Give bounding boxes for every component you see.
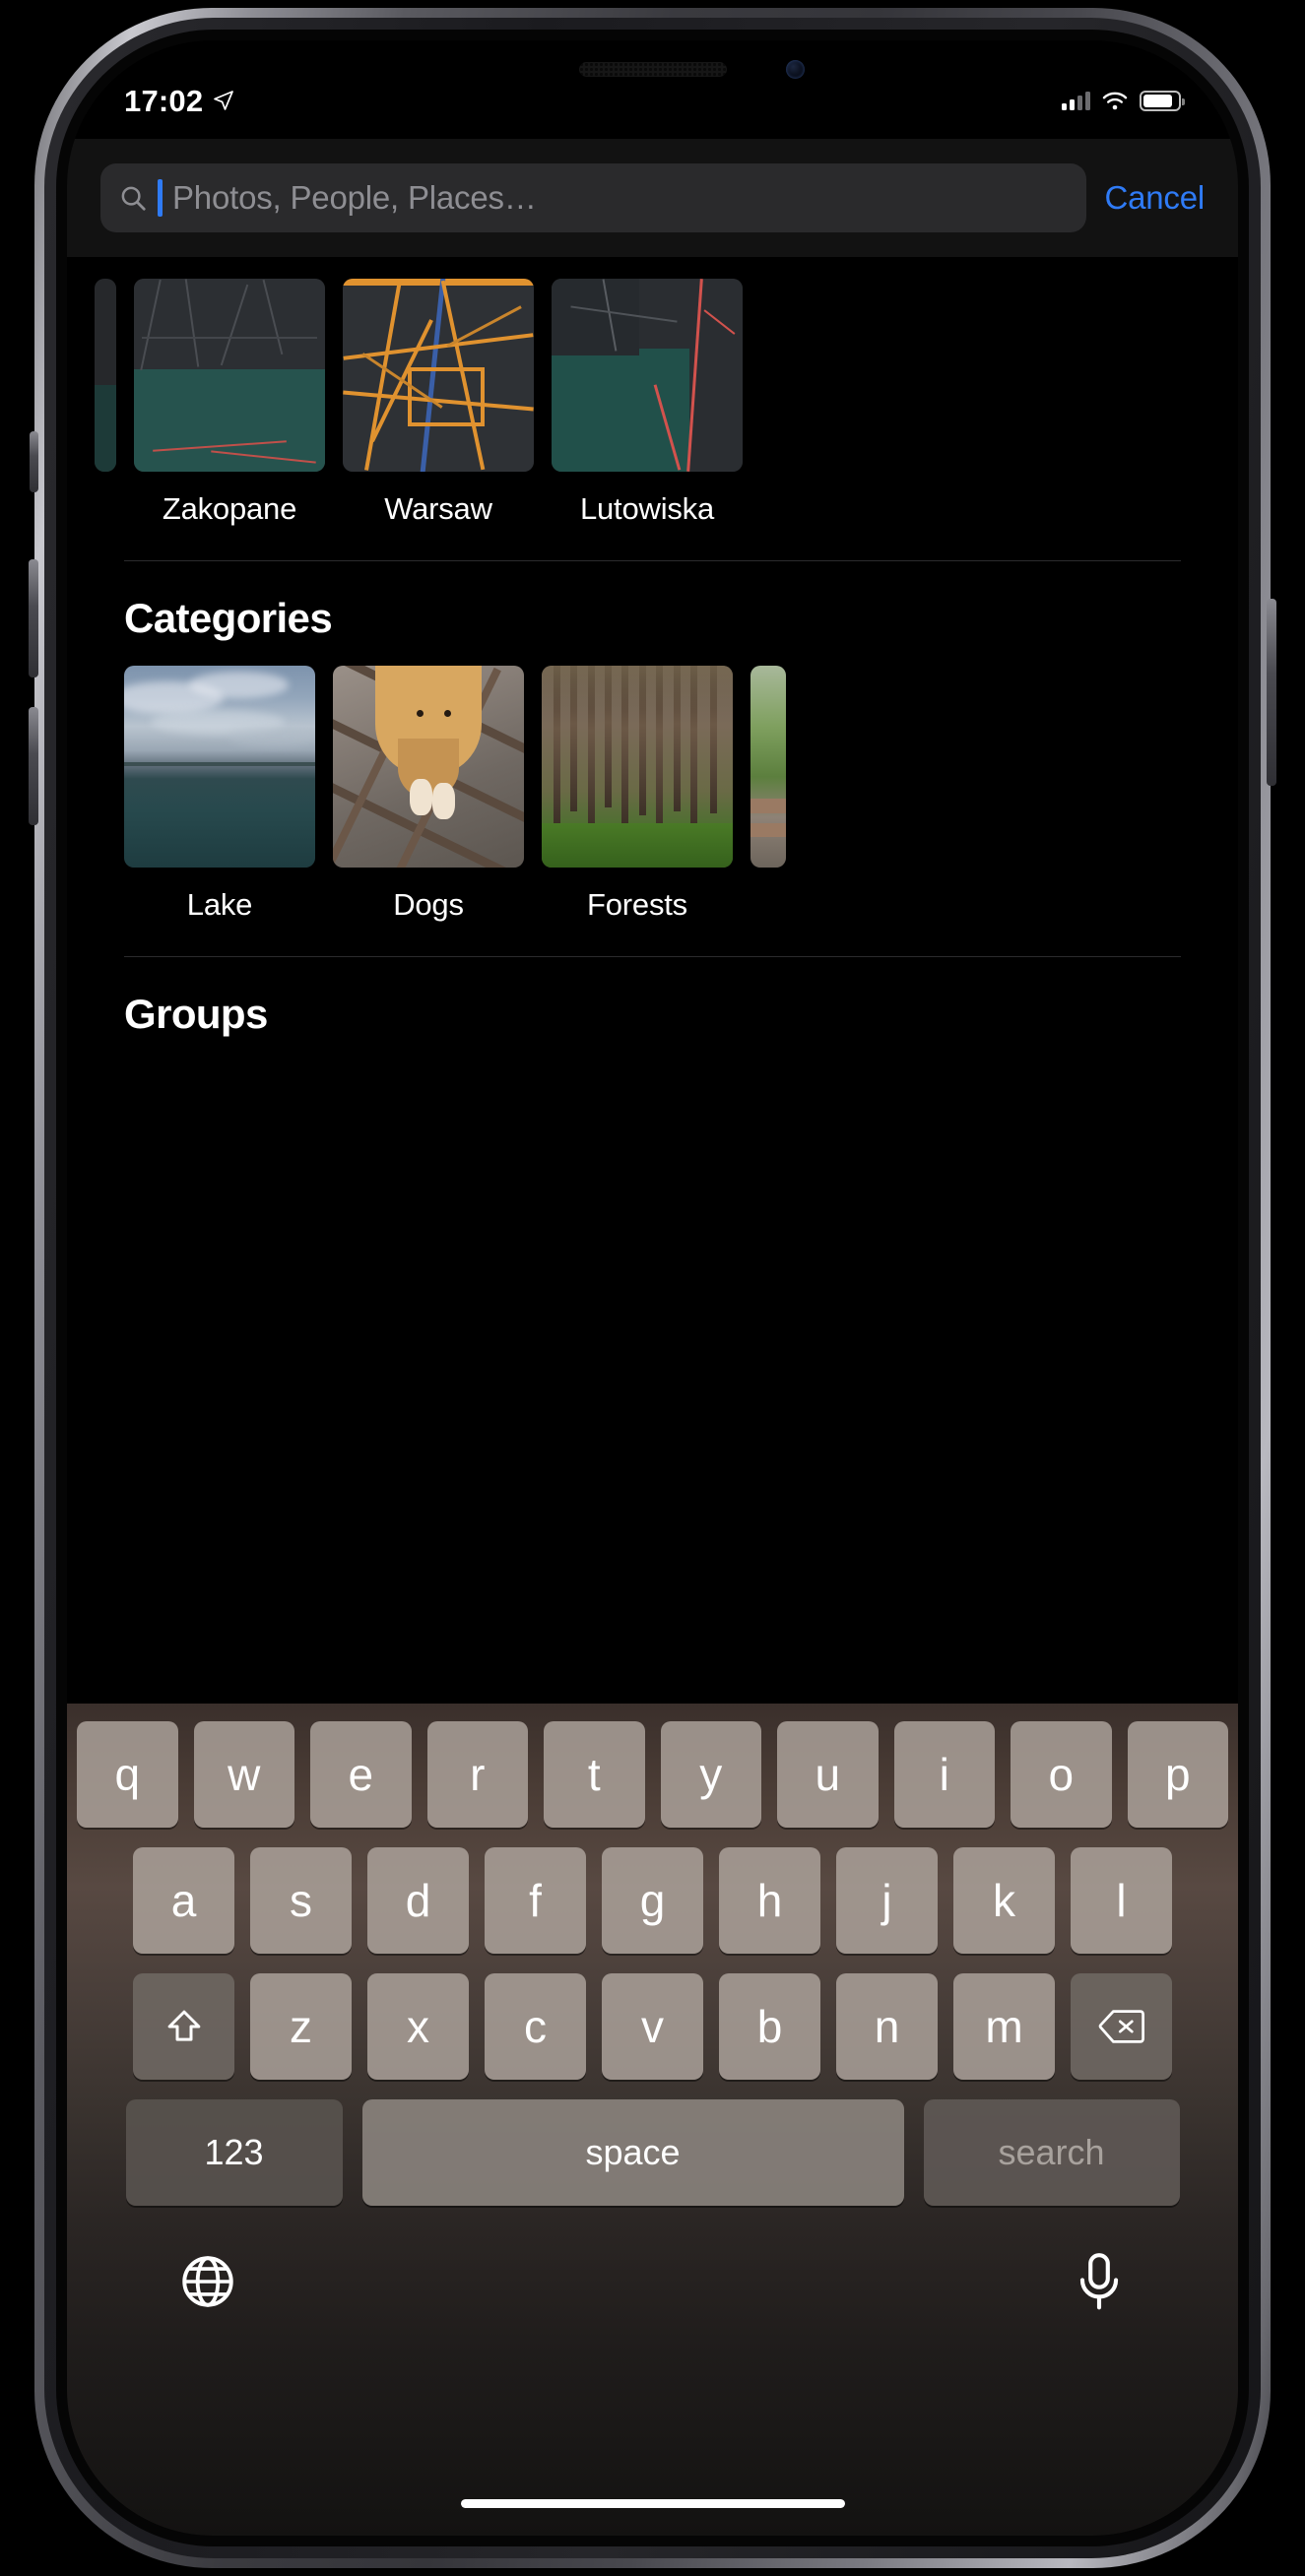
category-thumbnail [542,666,733,868]
status-time: 17:02 [124,83,204,118]
text-cursor [158,179,163,217]
status-bar-left: 17:02 [124,86,235,116]
power-button[interactable] [1267,599,1276,786]
section-divider [124,956,1181,957]
notch [437,40,868,105]
place-tile-zakopane[interactable]: Zakopane [134,279,325,527]
key-d[interactable]: d [367,1847,469,1954]
place-label: Lutowiska [579,491,715,526]
category-label: Lake [186,887,253,922]
key-f[interactable]: f [485,1847,586,1954]
key-q[interactable]: q [77,1721,178,1828]
places-row[interactable]: Zakopane Warsaw Lutowiska [67,257,1238,527]
location-arrow-icon [214,91,234,110]
key-e[interactable]: e [310,1721,412,1828]
mute-switch[interactable] [30,431,38,492]
search-key[interactable]: search [923,2099,1180,2206]
place-thumbnail [134,279,325,472]
backspace-icon [1098,2010,1144,2043]
earpiece-speaker [578,62,727,77]
search-placeholder: Photos, People, Places… [172,179,537,216]
place-thumbnail [95,279,116,472]
key-g[interactable]: g [602,1847,703,1954]
place-label: Zakopane [162,491,297,526]
category-thumbnail [333,666,524,868]
category-tile[interactable] [750,666,786,868]
place-tile[interactable] [95,279,116,472]
key-w[interactable]: w [193,1721,294,1828]
key-m[interactable]: m [953,1973,1055,2080]
volume-up-button[interactable] [29,559,38,677]
key-h[interactable]: h [719,1847,820,1954]
key-y[interactable]: y [660,1721,761,1828]
place-thumbnail [552,279,743,472]
key-k[interactable]: k [953,1847,1055,1954]
home-indicator[interactable] [460,2499,845,2508]
key-z[interactable]: z [250,1973,352,2080]
place-tile-lutowiska[interactable]: Lutowiska [552,279,743,527]
keyboard-row-3: z x c v b n m [77,1973,1228,2080]
category-tile-forests[interactable]: Forests [542,666,733,923]
categories-row[interactable]: Lake Dogs Forests [67,642,1238,923]
front-camera [785,60,805,79]
key-a[interactable]: a [133,1847,234,1954]
key-s[interactable]: s [250,1847,352,1954]
onscreen-keyboard: q w e r t y u i o p a s d f g h j k l z … [67,1704,1238,2536]
keyboard-bottom-bar [67,2225,1238,2312]
search-input[interactable]: Photos, People, Places… [100,163,1087,232]
category-thumbnail [750,666,786,868]
place-label: Warsaw [384,491,492,526]
key-t[interactable]: t [544,1721,645,1828]
key-r[interactable]: r [426,1721,528,1828]
key-b[interactable]: b [719,1973,820,2080]
microphone-icon[interactable] [1071,2251,1128,2312]
keyboard-row-4: 123 space search [77,2099,1228,2206]
key-x[interactable]: x [367,1973,469,2080]
keyboard-row-1: q w e r t y u i o p [77,1721,1228,1828]
keyboard-row-2: a s d f g h j k l [77,1847,1228,1954]
key-l[interactable]: l [1071,1847,1172,1954]
key-j[interactable]: j [836,1847,938,1954]
key-c[interactable]: c [485,1973,586,2080]
section-divider [124,560,1181,561]
space-key[interactable]: space [361,2099,904,2206]
place-thumbnail [343,279,534,472]
key-v[interactable]: v [602,1973,703,2080]
shift-key[interactable] [133,1973,234,2080]
battery-icon [1140,90,1185,111]
category-tile-lake[interactable]: Lake [124,666,315,923]
key-n[interactable]: n [836,1973,938,2080]
backspace-key[interactable] [1071,1973,1172,2080]
search-icon [121,186,146,211]
screenshot-canvas: 17:02 Photos, People, Places… Cancel Zak… [0,0,1305,2576]
iphone-device: 17:02 Photos, People, Places… Cancel Zak… [29,8,1276,2568]
device-screen: 17:02 Photos, People, Places… Cancel Zak… [67,40,1238,2536]
key-u[interactable]: u [777,1721,879,1828]
category-label: Forests [587,887,687,922]
status-bar-right [1062,90,1185,111]
globe-icon[interactable] [177,2251,238,2312]
keyboard-rows: q w e r t y u i o p a s d f g h j k l z … [67,1704,1238,2206]
shift-arrow-icon [167,2010,200,2041]
place-tile-warsaw[interactable]: Warsaw [343,279,534,527]
cellular-signal-icon [1062,91,1090,110]
category-label: Dogs [393,887,464,922]
key-o[interactable]: o [1011,1721,1112,1828]
key-i[interactable]: i [893,1721,995,1828]
cancel-button[interactable]: Cancel [1104,179,1205,217]
groups-title: Groups [124,991,268,1037]
volume-down-button[interactable] [29,707,38,825]
numbers-key[interactable]: 123 [125,2099,343,2206]
category-tile-dogs[interactable]: Dogs [333,666,524,923]
wifi-icon [1102,92,1128,109]
search-header: Photos, People, Places… Cancel [67,139,1238,257]
categories-title: Categories [124,595,333,641]
key-p[interactable]: p [1127,1721,1228,1828]
category-thumbnail [124,666,315,868]
